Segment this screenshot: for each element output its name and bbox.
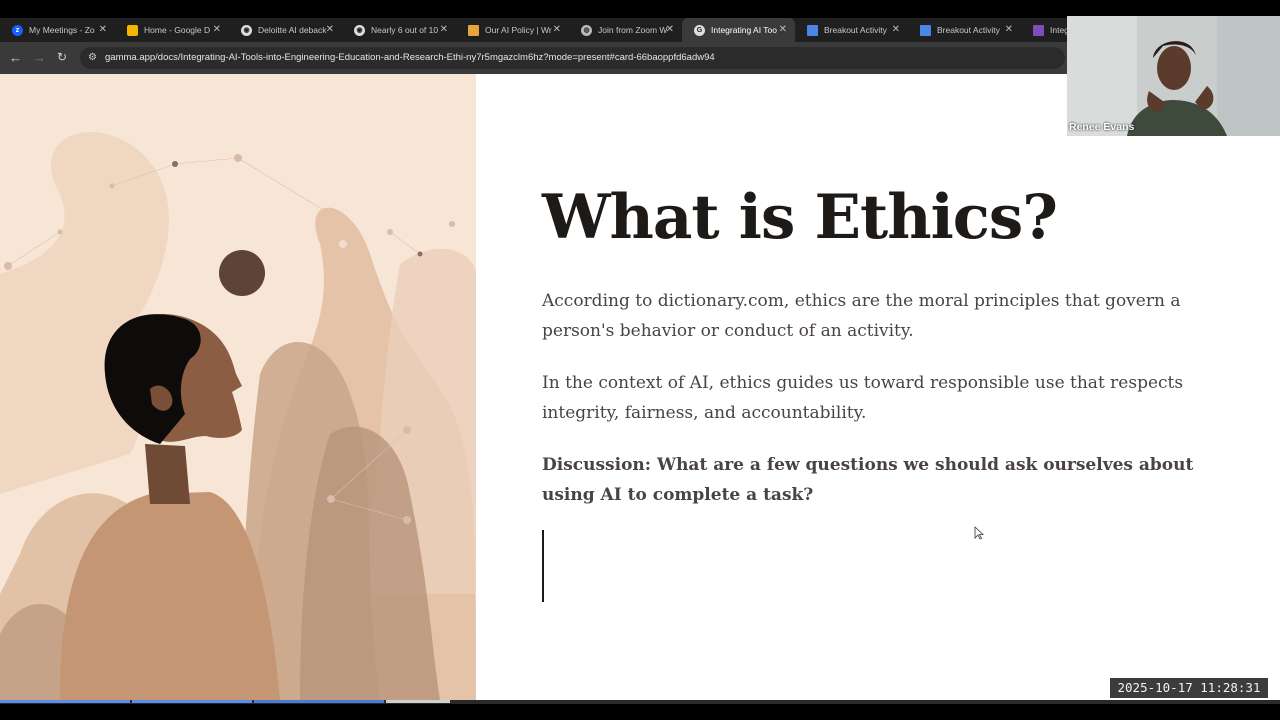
presentation-slide: What is Ethics? According to dictionary.… xyxy=(476,74,1280,700)
progress-segment xyxy=(132,700,252,703)
close-icon[interactable]: ✕ xyxy=(99,24,107,35)
close-icon[interactable]: ✕ xyxy=(553,24,561,35)
participant-name: Renee Evans xyxy=(1069,121,1135,133)
context-paragraph: In the context of AI, ethics guides us t… xyxy=(542,373,1184,423)
progress-segment xyxy=(254,700,384,703)
google-docs-icon xyxy=(807,24,818,36)
forms-icon xyxy=(1033,24,1044,36)
forward-arrow-icon[interactable]: → xyxy=(33,51,46,64)
tab-deloitte[interactable]: ◉ Deloitte AI deback ✕ xyxy=(229,18,342,42)
tab-join-zoom[interactable]: ◍ Join from Zoom W ✕ xyxy=(569,18,682,42)
globe-icon: ◍ xyxy=(581,24,592,36)
address-bar[interactable]: ⚙ gamma.app/docs/Integrating-AI-Tools-in… xyxy=(80,47,1065,69)
slide-illustration xyxy=(0,74,476,700)
close-icon[interactable]: ✕ xyxy=(213,24,221,35)
site-info-icon[interactable]: ⚙ xyxy=(88,52,100,64)
people-silhouette-illustration xyxy=(0,74,476,700)
participant-video-feed xyxy=(1067,16,1280,136)
close-icon[interactable]: ✕ xyxy=(1005,24,1013,35)
google-docs-icon xyxy=(920,24,931,36)
close-icon[interactable]: ✕ xyxy=(440,24,448,35)
tab-my-meetings[interactable]: z My Meetings - Zo ✕ xyxy=(0,18,115,42)
mouse-pointer-icon xyxy=(974,526,984,540)
close-icon[interactable]: ✕ xyxy=(779,24,787,35)
web-icon: ◉ xyxy=(354,24,365,36)
tab-nearly-6[interactable]: ◉ Nearly 6 out of 10 ✕ xyxy=(342,18,456,42)
text-caret[interactable] xyxy=(542,530,544,602)
tab-integrating-ai[interactable]: G Integrating AI Too ✕ xyxy=(682,18,795,42)
tab-google-drive[interactable]: Home - Google D ✕ xyxy=(115,18,229,42)
bottom-progress-strip xyxy=(0,700,1280,704)
slide-title: What is Ethics? xyxy=(542,182,1058,253)
tab-breakout-activity-2[interactable]: Breakout Activity ✕ xyxy=(908,18,1021,42)
close-icon[interactable]: ✕ xyxy=(892,24,900,35)
document-icon xyxy=(468,24,479,36)
progress-segment xyxy=(386,700,450,703)
gamma-icon: G xyxy=(694,24,705,36)
tab-breakout-activity-1[interactable]: Breakout Activity ✕ xyxy=(795,18,908,42)
participant-video-tile[interactable]: Renee Evans xyxy=(1067,16,1280,136)
google-drive-icon xyxy=(127,24,138,36)
close-icon[interactable]: ✕ xyxy=(666,24,674,35)
back-arrow-icon[interactable]: ← xyxy=(9,51,22,64)
tab-ai-policy[interactable]: Our AI Policy | Wr ✕ xyxy=(456,18,569,42)
progress-segment xyxy=(0,700,130,703)
zoom-icon: z xyxy=(12,24,23,36)
url-text[interactable]: gamma.app/docs/Integrating-AI-Tools-into… xyxy=(105,52,715,63)
web-icon: ◉ xyxy=(241,24,252,36)
discussion-prompt: Discussion: What are a few questions we … xyxy=(542,455,1194,505)
close-icon[interactable]: ✕ xyxy=(326,24,334,35)
definition-paragraph: According to dictionary.com, ethics are … xyxy=(542,291,1181,341)
reload-icon[interactable]: ↻ xyxy=(57,51,67,64)
recording-timestamp: 2025-10-17 11:28:31 xyxy=(1110,678,1268,698)
